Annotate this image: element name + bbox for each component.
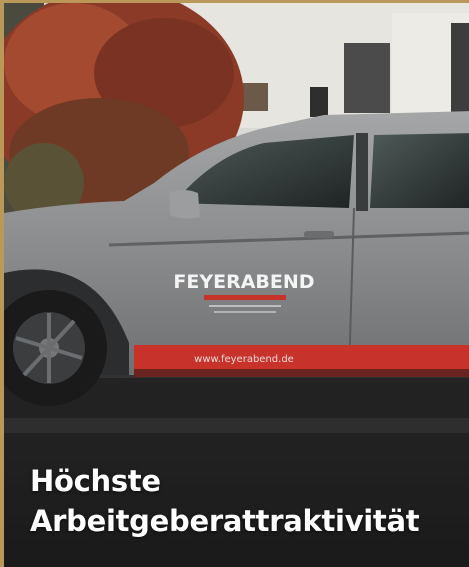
headline-line-1: Höchste [30, 464, 161, 498]
car-red-stripe [134, 345, 469, 369]
car-rear-window [370, 133, 469, 208]
building-door [344, 43, 390, 113]
car-website-text: www.feyerabend.de [194, 354, 294, 365]
door-handle [304, 231, 334, 238]
headline: Höchste Arbeitgeberattraktivität [30, 461, 460, 541]
car-brand-text: FEYERABEND [173, 271, 314, 293]
headline-line-2: Arbeitgeberattraktivität [30, 504, 420, 538]
car-mirror [169, 190, 200, 219]
photo-card: FEYERABEND www.feyerabend.de Höchste Arb… [0, 0, 469, 567]
